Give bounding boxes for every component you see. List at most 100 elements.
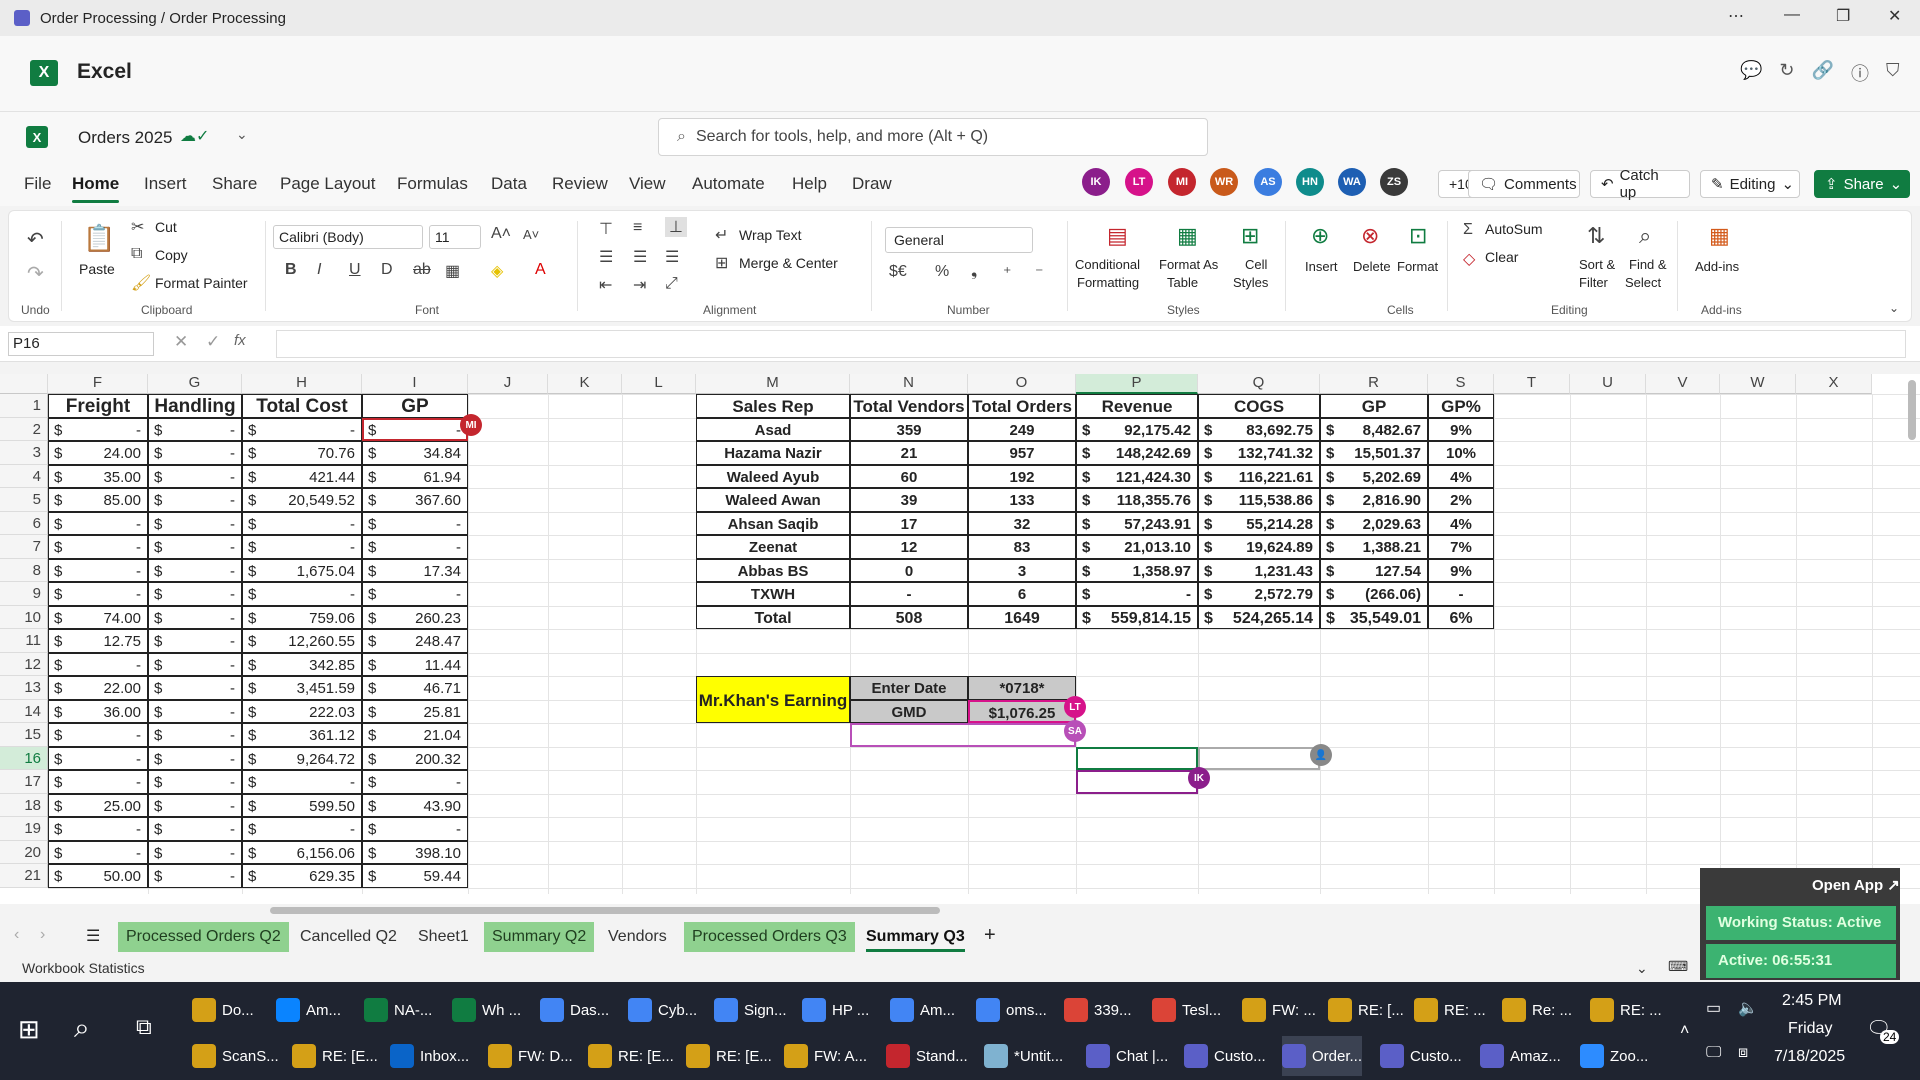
workbook-statistics[interactable]: Workbook Statistics: [22, 960, 145, 976]
taskbar-app-button[interactable]: Cyb...: [628, 990, 697, 1030]
tab-insert[interactable]: Insert: [144, 174, 187, 194]
left-table-cell[interactable]: $ -: [48, 840, 148, 864]
taskbar-app-button[interactable]: RE: [...: [1328, 990, 1404, 1030]
left-table-cell[interactable]: $ -: [242, 511, 362, 535]
cell-styles-label-2[interactable]: Styles: [1233, 275, 1268, 290]
taskbar-app-button[interactable]: Re: ...: [1502, 990, 1572, 1030]
conditional-formatting-icon[interactable]: ▤: [1107, 223, 1128, 249]
column-header[interactable]: S: [1428, 374, 1494, 394]
paste-label[interactable]: Paste: [79, 261, 115, 277]
taskbar-app-button[interactable]: Inbox...: [390, 1036, 469, 1076]
keyboard-icon[interactable]: ⌨: [1668, 958, 1688, 975]
clear-label[interactable]: Clear: [1485, 249, 1518, 265]
search-box[interactable]: ⌕ Search for tools, help, and more (Alt …: [658, 118, 1208, 156]
taskbar-app-button[interactable]: NA-...: [364, 990, 432, 1030]
column-header[interactable]: U: [1570, 374, 1646, 394]
tray-expand-icon[interactable]: ˄: [1680, 1022, 1689, 1040]
font-size-select[interactable]: 11: [429, 225, 481, 249]
summary-total-cell[interactable]: $559,814.15: [1076, 605, 1198, 629]
align-top-icon[interactable]: ⊤: [599, 219, 613, 239]
left-table-cell[interactable]: $6,156.06: [242, 840, 362, 864]
sheet-tab-cancelled-q2[interactable]: Cancelled Q2: [292, 922, 405, 952]
summary-cell[interactable]: 4%: [1428, 511, 1494, 535]
left-table-cell[interactable]: $ -: [48, 582, 148, 606]
taskbar-app-button[interactable]: RE: ...: [1414, 990, 1486, 1030]
function-icon[interactable]: fx: [234, 332, 246, 349]
tray-volume-icon[interactable]: 🔈: [1738, 998, 1758, 1018]
increase-indent-icon[interactable]: ⇥: [633, 275, 646, 295]
row-header[interactable]: 19: [0, 817, 48, 841]
status-chevron-icon[interactable]: ⌄: [1636, 960, 1648, 977]
left-table-cell[interactable]: $ -: [362, 511, 468, 535]
doc-name[interactable]: Orders 2025: [78, 128, 173, 148]
left-table-cell[interactable]: $ -: [242, 817, 362, 841]
summary-cell[interactable]: -: [1428, 582, 1494, 606]
taskbar-app-button[interactable]: Stand...: [886, 1036, 968, 1076]
left-table-cell[interactable]: $12,260.55: [242, 629, 362, 653]
all-sheets-icon[interactable]: ☰: [86, 926, 100, 946]
column-header[interactable]: O: [968, 374, 1076, 394]
taskbar-app-button[interactable]: Custo...: [1184, 1036, 1266, 1076]
format-table-label-1[interactable]: Format As: [1159, 257, 1218, 272]
cond-format-label-2[interactable]: Formatting: [1077, 275, 1139, 290]
left-table-cell[interactable]: $3,451.59: [242, 676, 362, 700]
summary-total-cell[interactable]: $524,265.14: [1198, 605, 1320, 629]
left-table-cell[interactable]: $ -: [48, 652, 148, 676]
select-all-corner[interactable]: [0, 374, 48, 394]
left-table-cell[interactable]: $ -: [148, 840, 242, 864]
column-header[interactable]: J: [468, 374, 548, 394]
summary-cell[interactable]: 21: [850, 441, 968, 465]
confirm-formula-icon[interactable]: ✓: [206, 332, 220, 352]
link-icon[interactable]: 🔗: [1812, 60, 1834, 86]
summary-cell[interactable]: $118,355.76: [1076, 488, 1198, 512]
tab-page-layout[interactable]: Page Layout: [280, 174, 375, 194]
wrap-text-icon[interactable]: ↵: [715, 225, 728, 245]
taskbar-app-button[interactable]: Do...: [192, 990, 254, 1030]
number-format-select[interactable]: General: [885, 227, 1033, 253]
horizontal-scrollbar[interactable]: [270, 907, 940, 914]
tray-battery-icon[interactable]: ▭: [1706, 998, 1721, 1018]
taskbar-app-button[interactable]: Am...: [276, 990, 341, 1030]
clear-icon[interactable]: ◇: [1463, 249, 1475, 269]
left-table-cell[interactable]: $759.06: [242, 605, 362, 629]
catchup-button[interactable]: ↶ Catch up: [1590, 167, 1690, 201]
left-table-cell[interactable]: $ -: [148, 535, 242, 559]
format-as-table-icon[interactable]: ▦: [1177, 223, 1198, 249]
tab-formulas[interactable]: Formulas: [397, 174, 468, 194]
summary-cell[interactable]: $21,013.10: [1076, 535, 1198, 559]
row-header[interactable]: 2: [0, 417, 48, 441]
taskbar-app-button[interactable]: Am...: [890, 990, 955, 1030]
sheet-tab-sheet1[interactable]: Sheet1: [410, 922, 477, 952]
cell-styles-icon[interactable]: ⊞: [1241, 223, 1259, 249]
decrease-decimal-icon[interactable]: ⁻: [1035, 263, 1043, 283]
taskbar-app-button[interactable]: Wh ...: [452, 990, 521, 1030]
left-table-cell[interactable]: $ -: [148, 817, 242, 841]
left-table-cell[interactable]: $ -: [48, 558, 148, 582]
orientation-icon[interactable]: ⤢: [665, 275, 678, 293]
gmd-value[interactable]: $1,076.25: [968, 699, 1076, 723]
left-table-cell[interactable]: $ -: [148, 652, 242, 676]
column-header[interactable]: L: [622, 374, 696, 394]
left-table-cell[interactable]: $ -: [148, 441, 242, 465]
row-header[interactable]: 1: [0, 394, 48, 418]
tray-action-icon[interactable]: ⧈: [1738, 1044, 1748, 1062]
tab-view[interactable]: View: [629, 174, 666, 194]
percent-icon[interactable]: %: [935, 263, 949, 281]
summary-cell[interactable]: $57,243.91: [1076, 511, 1198, 535]
merge-icon[interactable]: ⊞: [715, 253, 728, 273]
next-sheet-icon[interactable]: ›: [40, 926, 45, 944]
maximize-button[interactable]: ❐: [1836, 6, 1850, 26]
left-table-cell[interactable]: $222.03: [242, 699, 362, 723]
cell-styles-label-1[interactable]: Cell: [1245, 257, 1267, 272]
summary-cell[interactable]: 133: [968, 488, 1076, 512]
left-table-cell[interactable]: $ -: [148, 511, 242, 535]
sheet-tab-processed-orders-q2[interactable]: Processed Orders Q2: [118, 922, 289, 952]
left-table-cell[interactable]: $ -: [362, 535, 468, 559]
left-table-cell[interactable]: $ -: [242, 582, 362, 606]
left-table-cell[interactable]: $ -: [148, 582, 242, 606]
summary-cell[interactable]: $ (266.06): [1320, 582, 1428, 606]
summary-cell[interactable]: TXWH: [696, 582, 850, 606]
format-label[interactable]: Format: [1397, 259, 1438, 274]
close-button[interactable]: ✕: [1888, 6, 1901, 26]
taskbar-app-button[interactable]: Tesl...: [1152, 990, 1221, 1030]
